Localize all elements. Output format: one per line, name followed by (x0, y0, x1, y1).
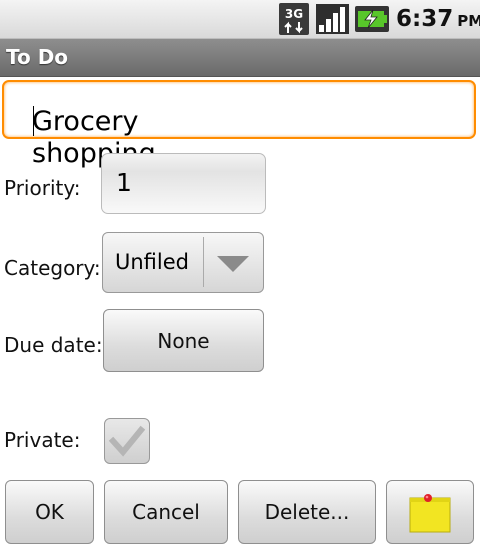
note-button[interactable] (386, 480, 474, 544)
chevron-down-icon (217, 256, 249, 272)
delete-button-label: Delete... (264, 500, 350, 524)
3g-data-icon: 3G (279, 3, 309, 35)
clock-time: 6:37 (396, 6, 454, 32)
private-checkbox[interactable] (104, 418, 150, 464)
priority-value: 1 (116, 168, 132, 197)
title-bar: To Do (0, 39, 480, 77)
signal-strength-icon (316, 4, 349, 34)
battery-charging-icon (355, 6, 389, 32)
due-date-value: None (157, 328, 210, 353)
checkmark-icon (108, 425, 146, 457)
status-bar: 3G 6:37 PM (0, 0, 480, 39)
description-input[interactable]: Grocery shopping (2, 80, 476, 169)
clock: 6:37 PM (396, 6, 480, 34)
delete-button[interactable]: Delete... (238, 480, 376, 544)
due-date-button[interactable]: None (103, 309, 264, 372)
category-value: Unfiled (115, 250, 189, 274)
cancel-button-label: Cancel (132, 500, 200, 524)
priority-input[interactable]: 1 (101, 153, 266, 214)
category-label: Category: (4, 256, 101, 280)
clock-ampm: PM (457, 12, 480, 30)
text-cursor (33, 106, 34, 136)
private-label: Private: (4, 428, 81, 452)
sticky-note-icon (409, 494, 451, 533)
due-date-label: Due date: (4, 333, 103, 357)
category-dropdown[interactable]: Unfiled (102, 232, 264, 293)
cancel-button[interactable]: Cancel (104, 480, 228, 544)
priority-label: Priority: (4, 176, 81, 200)
page-title: To Do (6, 45, 69, 69)
ok-button-label: OK (35, 500, 64, 524)
ok-button[interactable]: OK (5, 480, 94, 544)
svg-text:3G: 3G (285, 7, 303, 21)
dropdown-divider (203, 237, 204, 287)
